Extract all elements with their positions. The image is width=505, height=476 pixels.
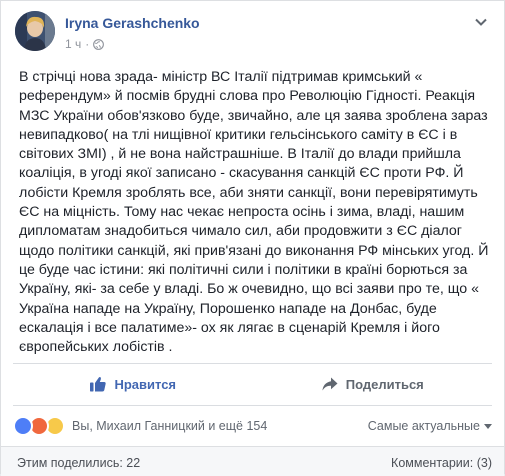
post-card: Iryna Gerashchenko 1 ч · В стрічці нова …	[0, 0, 505, 476]
post-meta: 1 ч ·	[65, 37, 105, 51]
meta-separator: ·	[85, 37, 90, 51]
post-footer: Этим поделились: 22 Комментарии: (3)	[1, 446, 504, 476]
thumbs-up-icon	[90, 377, 107, 392]
chevron-down-icon[interactable]	[474, 17, 488, 27]
reaction-icons[interactable]	[13, 416, 65, 436]
like-reaction-icon	[13, 416, 33, 436]
post-actions: Нравится Поделиться	[13, 364, 492, 404]
share-button[interactable]: Поделиться	[253, 364, 493, 404]
comments-count[interactable]: Комментарии: (3)	[391, 456, 492, 470]
sort-label: Самые актуальные	[367, 419, 480, 433]
post-header: Iryna Gerashchenko 1 ч ·	[15, 11, 490, 55]
author-name[interactable]: Iryna Gerashchenko	[65, 15, 200, 31]
reactions-summary[interactable]: Вы, Михаил Ганницкий и ещё 154	[72, 419, 267, 433]
post-text: В стрічці нова зрада- міністр ВС Італії …	[19, 69, 489, 356]
shares-count[interactable]: Этим поделились: 22	[17, 456, 140, 470]
reactions-row: Вы, Михаил Ганницкий и ещё 154 Самые акт…	[13, 406, 492, 446]
avatar[interactable]	[15, 11, 55, 51]
post-time[interactable]: 1 ч	[65, 37, 81, 51]
caret-down-icon	[484, 423, 492, 429]
like-button[interactable]: Нравится	[13, 364, 253, 404]
like-label: Нравится	[114, 376, 177, 392]
comment-sort-dropdown[interactable]: Самые актуальные	[368, 419, 492, 433]
share-label: Поделиться	[345, 376, 424, 392]
globe-icon	[93, 38, 105, 50]
share-arrow-icon	[322, 377, 338, 391]
